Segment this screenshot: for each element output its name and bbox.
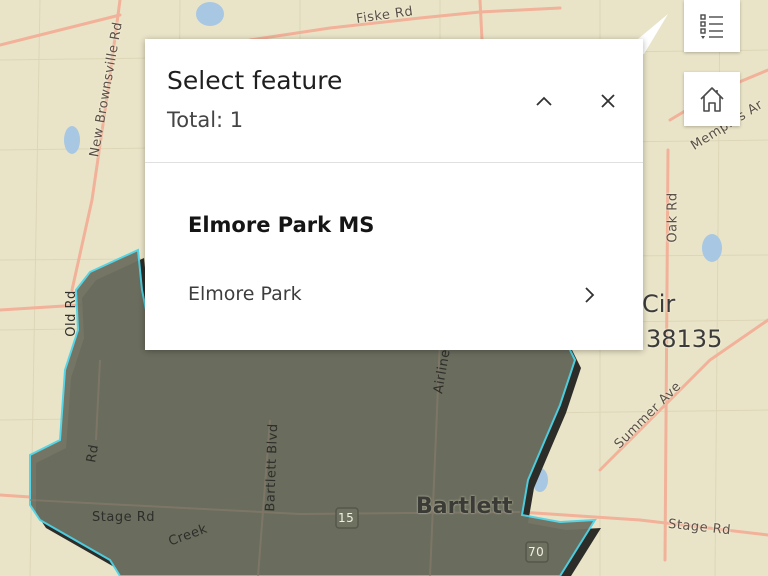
layer-list-button[interactable]	[684, 0, 740, 52]
home-icon	[700, 87, 724, 112]
popup-title: Select feature	[167, 66, 343, 95]
feature-popup: Select feature Total: 1 Elmore Park MS E…	[145, 39, 643, 350]
list-icon	[700, 14, 723, 39]
feature-title: Elmore Park MS	[188, 213, 375, 237]
road-label-oak-rd: Oak Rd	[665, 192, 681, 243]
chevron-up-icon	[536, 96, 552, 106]
popup-total-count: Total: 1	[167, 108, 244, 132]
highway-70-label: 70	[528, 545, 545, 559]
feature-subtitle: Elmore Park	[188, 283, 302, 305]
road-label-stage-rd-west: Stage Rd	[92, 510, 155, 525]
road-label-rd-west: Rd	[84, 443, 103, 464]
popup-header: Select feature Total: 1	[145, 39, 643, 163]
highway-15-label: 15	[338, 511, 355, 525]
home-button[interactable]	[684, 72, 740, 126]
feature-list-item[interactable]: Elmore Park MS Elmore Park	[145, 163, 643, 350]
close-icon	[601, 94, 615, 108]
road-label-old-rd: Old Rd	[63, 290, 79, 337]
place-label-bartlett: Bartlett	[416, 494, 513, 519]
feature-open-button[interactable]	[575, 281, 603, 309]
chevron-right-icon	[585, 287, 595, 303]
place-label-cir: Cir	[642, 290, 676, 318]
collapse-button[interactable]	[526, 83, 562, 119]
place-label-zip: 38135	[646, 325, 723, 353]
road-label-bartlett-blvd: Bartlett Blvd	[263, 423, 282, 512]
close-button[interactable]	[590, 83, 626, 119]
